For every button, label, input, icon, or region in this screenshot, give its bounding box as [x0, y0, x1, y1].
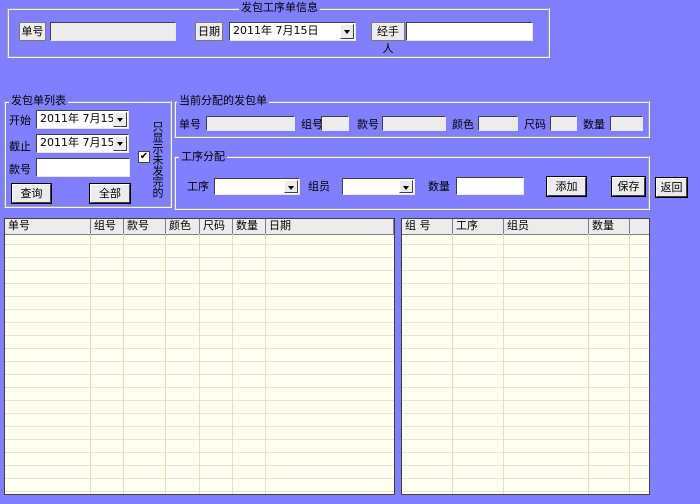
- add-button[interactable]: 添加: [547, 177, 586, 196]
- grid-divider: [503, 234, 504, 494]
- process-qty-label: 数量: [428, 180, 450, 193]
- col-header-process-qty[interactable]: 数量: [589, 219, 630, 234]
- chevron-down-icon[interactable]: [284, 180, 298, 193]
- grid-divider: [588, 234, 589, 494]
- current-color-field[interactable]: [478, 116, 518, 131]
- date-label: 日期: [195, 22, 223, 41]
- grid-divider: [452, 234, 453, 494]
- current-order-no-label: 单号: [179, 118, 201, 131]
- start-label: 开始: [9, 114, 31, 127]
- end-date-picker[interactable]: 2011年 7月15日: [36, 134, 129, 153]
- grid-divider: [199, 234, 200, 494]
- style-no-field[interactable]: [36, 158, 130, 177]
- col-header-size[interactable]: 尺码: [200, 219, 233, 234]
- current-qty-field[interactable]: [610, 116, 643, 131]
- current-style-field[interactable]: [382, 116, 446, 131]
- order-list-title: 发包单列表: [9, 94, 68, 107]
- style-label: 款号: [9, 163, 31, 176]
- save-button[interactable]: 保存: [612, 177, 645, 196]
- process-qty-field[interactable]: [456, 177, 524, 195]
- col-header-process[interactable]: 工序: [453, 219, 504, 234]
- current-qty-label: 数量: [583, 118, 605, 131]
- date-value: 2011年 7月15日: [233, 24, 319, 37]
- all-button[interactable]: 全部: [90, 184, 130, 203]
- chevron-down-icon[interactable]: [113, 136, 127, 151]
- col-header-group-no[interactable]: 组号: [91, 219, 124, 234]
- process-grid-header: 组 号 工序 组员 数量: [402, 219, 649, 235]
- col-header-order-no[interactable]: 单号: [5, 219, 91, 234]
- query-button[interactable]: 查询: [12, 184, 51, 203]
- end-label: 截止: [9, 140, 31, 153]
- current-style-label: 款号: [357, 118, 379, 131]
- process-label: 工序: [187, 180, 209, 193]
- grid-divider: [629, 234, 630, 494]
- current-group-no-label: 组号: [301, 118, 323, 131]
- grid-divider: [265, 234, 266, 494]
- chevron-down-icon[interactable]: [340, 24, 354, 39]
- handler-field[interactable]: [406, 22, 533, 41]
- process-assign-title: 工序分配: [179, 150, 227, 163]
- col-header-date[interactable]: 日期: [266, 219, 394, 234]
- grid-divider: [90, 234, 91, 494]
- only-unsent-checkbox[interactable]: ✔: [138, 151, 150, 163]
- current-order-no-field[interactable]: [206, 116, 295, 131]
- back-button[interactable]: 返回: [656, 178, 687, 197]
- process-select[interactable]: [214, 178, 300, 195]
- current-color-label: 颜色: [452, 118, 474, 131]
- current-size-label: 尺码: [524, 118, 546, 131]
- order-list-grid[interactable]: 单号 组号 款号 颜色 尺码 数量 日期: [4, 218, 395, 495]
- grid-divider: [123, 234, 124, 494]
- col-header-color[interactable]: 颜色: [166, 219, 200, 234]
- col-header-qty[interactable]: 数量: [233, 219, 266, 234]
- order-info-title: 发包工序单信息: [239, 1, 320, 14]
- date-picker[interactable]: 2011年 7月15日: [229, 22, 356, 41]
- order-list-grid-header: 单号 组号 款号 颜色 尺码 数量 日期: [5, 219, 394, 235]
- current-size-field[interactable]: [550, 116, 577, 131]
- process-grid[interactable]: 组 号 工序 组员 数量: [401, 218, 650, 495]
- only-unsent-label: 只显示未发完的: [151, 121, 164, 198]
- handler-label: 经手人: [371, 22, 405, 55]
- member-select[interactable]: [342, 178, 415, 195]
- order-no-label: 单号: [19, 22, 46, 41]
- start-date-picker[interactable]: 2011年 7月15日: [36, 110, 129, 129]
- current-order-title: 当前分配的发包单: [177, 94, 269, 107]
- chevron-down-icon[interactable]: [399, 180, 413, 193]
- col-header-group[interactable]: 组 号: [402, 219, 453, 234]
- member-label: 组员: [308, 180, 330, 193]
- col-header-member[interactable]: 组员: [504, 219, 589, 234]
- col-header-style-no[interactable]: 款号: [124, 219, 166, 234]
- chevron-down-icon[interactable]: [113, 112, 127, 127]
- check-icon: ✔: [139, 151, 149, 162]
- grid-divider: [232, 234, 233, 494]
- current-group-no-field[interactable]: [321, 116, 349, 131]
- grid-divider: [165, 234, 166, 494]
- order-no-field[interactable]: [50, 22, 176, 41]
